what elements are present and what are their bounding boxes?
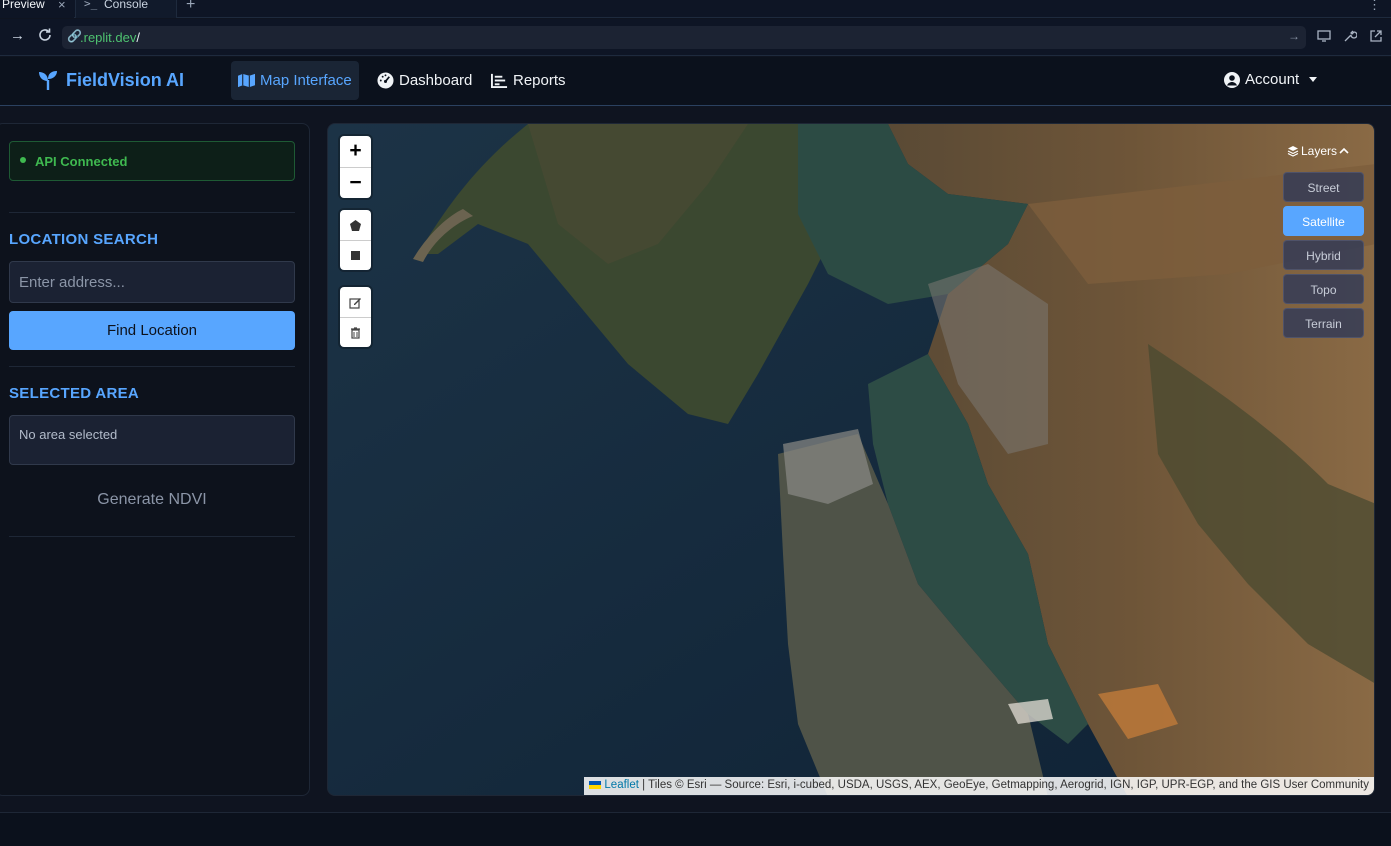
more-menu-icon[interactable]: ⋮ (1368, 0, 1381, 13)
account-label: Account (1245, 71, 1300, 88)
url-text: .replit.dev/ (80, 30, 140, 45)
nav-reports[interactable]: Reports (484, 61, 573, 100)
account-dropdown[interactable]: Account (1224, 71, 1318, 88)
nav-label: Dashboard (399, 72, 473, 89)
tab-preview[interactable]: Preview × (0, 0, 74, 18)
delete-layers-button[interactable] (340, 317, 371, 347)
reload-icon[interactable] (37, 27, 53, 47)
nav-dashboard[interactable]: Dashboard (370, 61, 479, 100)
sprout-icon (39, 71, 57, 90)
map-attribution: Leaflet | Tiles © Esri — Source: Esri, i… (584, 777, 1374, 795)
browser-tab-bar: Preview × >_ Console + ⋮ (0, 0, 1391, 18)
leaflet-link[interactable]: Leaflet (604, 779, 639, 791)
close-icon[interactable]: × (58, 0, 66, 12)
draw-toolbar (340, 210, 371, 270)
app-header: FieldVision AI Map Interface Dashboard R… (0, 57, 1391, 106)
zoom-in-button[interactable]: + (340, 136, 371, 167)
layers-label: Layers (1301, 144, 1338, 158)
layers-toggle[interactable]: Layers (1287, 142, 1357, 160)
tab-console-label: Console (104, 0, 149, 11)
caret-down-icon (1309, 77, 1318, 82)
find-location-button[interactable]: Find Location (9, 311, 295, 350)
sidebar-panel: API Connected LOCATION SEARCH Find Locat… (0, 123, 310, 796)
layer-hybrid-button[interactable]: Hybrid (1283, 240, 1364, 270)
map-container[interactable]: + − Layers Street Satellite Hybrid Topo … (327, 123, 1375, 796)
generate-ndvi-button[interactable]: Generate NDVI (9, 486, 295, 514)
terminal-icon: >_ (84, 0, 98, 10)
map-icon (238, 73, 255, 88)
chevron-up-icon (1339, 147, 1349, 154)
brand-name: FieldVision AI (66, 69, 185, 90)
layer-terrain-button[interactable]: Terrain (1283, 308, 1364, 338)
api-status-text: API Connected (35, 154, 128, 169)
edit-toolbar (340, 287, 371, 347)
status-dot-icon (20, 157, 26, 163)
dashboard-icon (377, 72, 394, 89)
location-search-title: LOCATION SEARCH (9, 231, 159, 248)
bottom-bar (0, 812, 1391, 846)
zoom-out-button[interactable]: − (340, 167, 371, 198)
attribution-text: | Tiles © Esri — Source: Esri, i-cubed, … (638, 779, 1369, 791)
open-external-icon[interactable] (1369, 29, 1383, 43)
api-status-badge: API Connected (9, 141, 295, 181)
new-tab-button[interactable]: + (186, 0, 195, 14)
nav-map-interface[interactable]: Map Interface (231, 61, 359, 100)
layer-street-button[interactable]: Street (1283, 172, 1364, 202)
selected-area-box: No area selected (9, 415, 295, 465)
chart-icon (491, 73, 508, 89)
tab-console[interactable]: >_ Console (75, 0, 177, 18)
trash-icon (351, 327, 360, 339)
wrench-icon[interactable] (1343, 29, 1358, 43)
polygon-icon (350, 219, 361, 231)
brand-logo[interactable]: FieldVision AI (38, 69, 184, 91)
ukraine-flag-icon (589, 781, 602, 789)
user-circle-icon (1224, 71, 1240, 88)
zoom-control: + − (340, 136, 371, 198)
layer-satellite-button[interactable]: Satellite (1283, 206, 1364, 236)
layer-topo-button[interactable]: Topo (1283, 274, 1364, 304)
edit-layers-button[interactable] (340, 287, 371, 317)
address-bar[interactable]: 🔗 .replit.dev/ → (62, 26, 1306, 49)
forward-arrow-icon[interactable]: → (10, 27, 25, 44)
nav-label: Map Interface (260, 72, 352, 89)
edit-icon (349, 297, 361, 309)
satellite-map-image[interactable] (328, 124, 1375, 796)
url-bar: → 🔗 .replit.dev/ → (0, 19, 1391, 56)
go-arrow-icon[interactable]: → (1288, 29, 1300, 43)
tab-preview-label: Preview (2, 0, 45, 11)
divider (9, 366, 295, 367)
rectangle-icon (351, 251, 360, 260)
draw-polygon-button[interactable] (340, 210, 371, 240)
draw-rectangle-button[interactable] (340, 240, 371, 270)
devices-icon[interactable] (1317, 29, 1331, 43)
address-input[interactable] (9, 261, 295, 303)
nav-label: Reports (513, 72, 566, 89)
divider (9, 536, 295, 537)
selected-area-title: SELECTED AREA (9, 385, 140, 402)
divider (9, 212, 295, 213)
layers-icon (1287, 146, 1299, 157)
